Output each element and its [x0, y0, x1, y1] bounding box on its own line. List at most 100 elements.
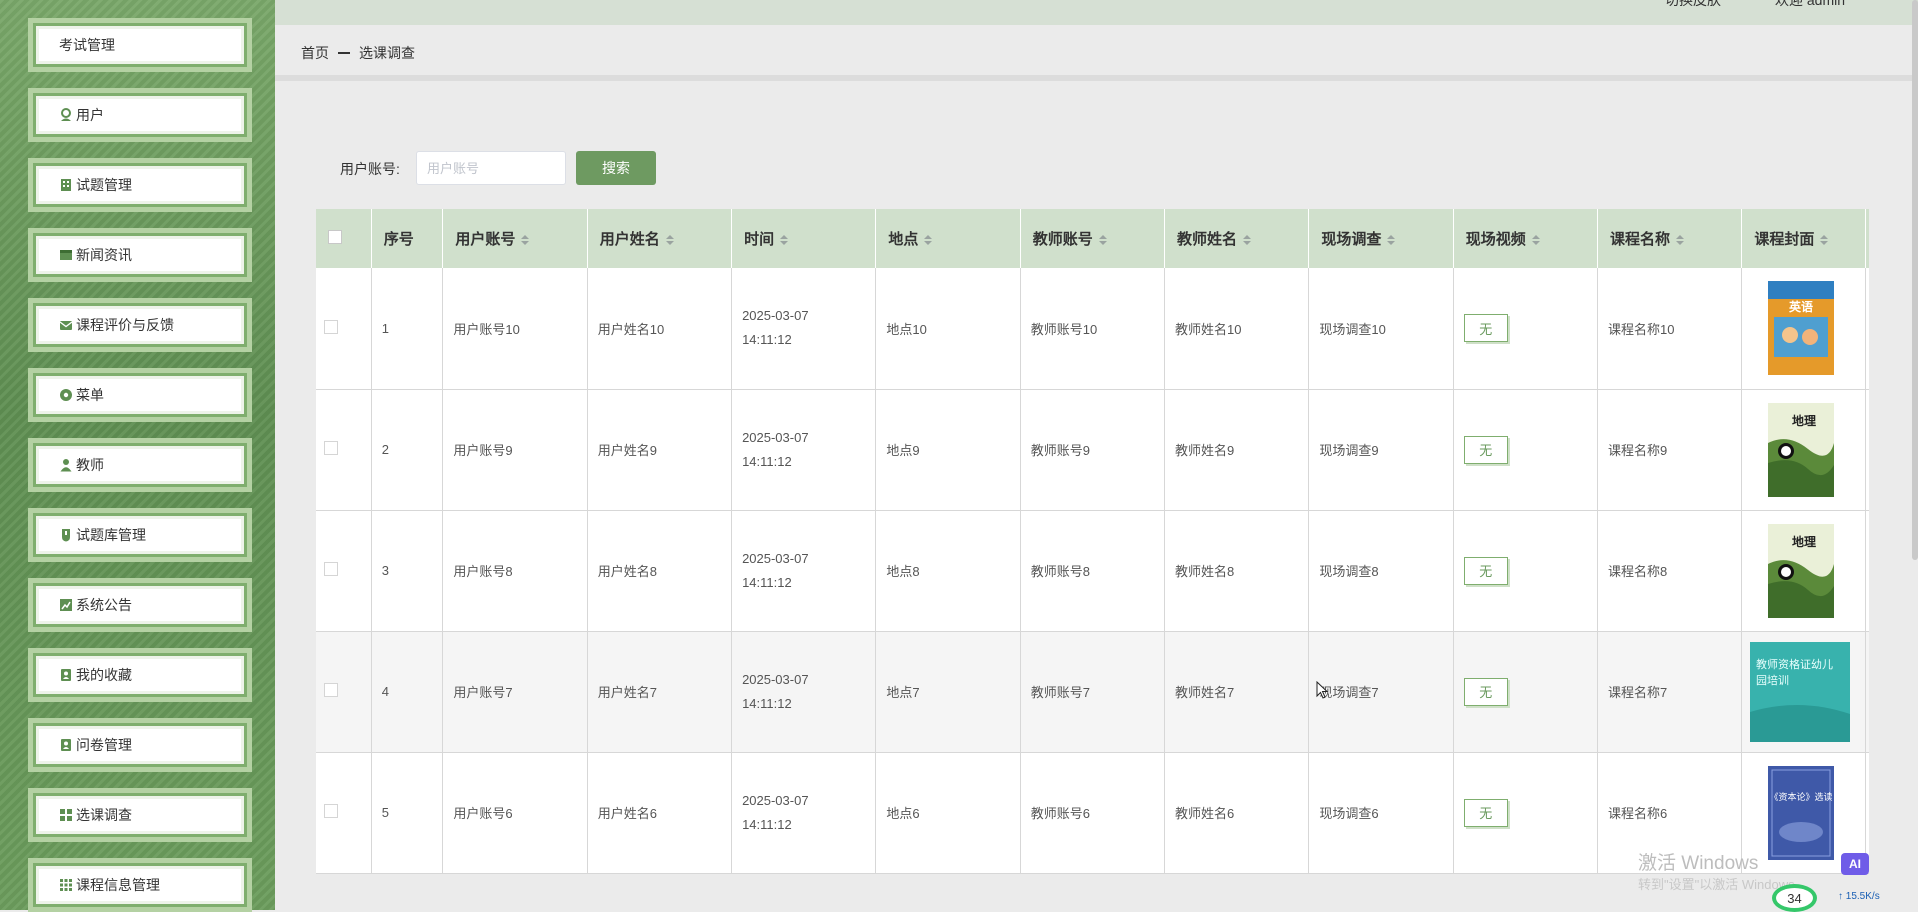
column-header[interactable]: 现场视频: [1453, 209, 1599, 268]
course-cover-image[interactable]: 地理: [1768, 523, 1864, 618]
skin-switch-link[interactable]: 切换皮肤: [1665, 0, 1721, 10]
column-header[interactable]: 教师账号: [1020, 209, 1166, 268]
row-select-cell[interactable]: [316, 510, 372, 632]
sort-icon[interactable]: [1531, 235, 1540, 246]
svg-text:地理: 地理: [1792, 534, 1816, 549]
time-cell: 2025-03-07 14:11:12: [731, 752, 877, 874]
extra-cell: 课程: [1865, 510, 1869, 632]
ai-assistant-badge[interactable]: AI: [1841, 853, 1869, 875]
sidebar-item[interactable]: 试题库管理: [28, 508, 252, 562]
sidebar-item-label: 系统公告: [76, 597, 132, 613]
column-header[interactable]: 教师姓名: [1164, 209, 1310, 268]
breadcrumb-home[interactable]: 首页: [301, 43, 329, 63]
time-value: 2025-03-07 14:11:12: [742, 550, 809, 590]
teacher-account-cell: 教师账号7: [1020, 631, 1166, 753]
course-name-cell: 课程名称7: [1597, 631, 1743, 753]
user-account-cell: 用户账号10: [442, 268, 588, 390]
column-header[interactable]: 课程名称: [1597, 209, 1743, 268]
row-select-cell[interactable]: [316, 752, 372, 874]
sidebar-item[interactable]: 考试管理: [28, 18, 252, 72]
column-header[interactable]: 现场调查: [1308, 209, 1454, 268]
sidebar-item[interactable]: 新闻资讯: [28, 228, 252, 282]
sort-icon[interactable]: [1676, 235, 1685, 246]
sidebar-item[interactable]: 系统公告: [28, 578, 252, 632]
select-all-cell[interactable]: [316, 209, 372, 268]
sort-icon[interactable]: [1820, 235, 1829, 246]
survey-cell: 现场调查10: [1308, 268, 1454, 390]
sidebar-item-label: 我的收藏: [76, 667, 132, 683]
course-cover-image[interactable]: 教师资格证幼儿 园培训: [1750, 641, 1864, 742]
user-name-cell: 用户姓名7: [587, 631, 733, 753]
sort-icon[interactable]: [1098, 235, 1107, 246]
column-header[interactable]: 用户账号: [442, 209, 588, 268]
teacher-name-cell: 教师姓名6: [1164, 752, 1310, 874]
column-header[interactable]: 地点: [875, 209, 1021, 268]
course-cover-image[interactable]: 《资本论》选读: [1768, 765, 1864, 860]
column-header[interactable]: 时间: [731, 209, 877, 268]
search-input[interactable]: [416, 151, 566, 185]
table-row[interactable]: 5 用户账号6 用户姓名6 2025-03-07 14:11:12 地点6 教师账号6 教师…: [316, 752, 1869, 874]
column-header-label: 时间: [744, 231, 775, 248]
video-none-button[interactable]: 无: [1463, 798, 1508, 827]
sidebar: 考试管理用户试题管理新闻资讯课程评价与反馈 菜单教师试题库管理系统公告我的收藏问卷…: [0, 0, 275, 912]
time-cell: 2025-03-07 14:11:12: [731, 389, 877, 511]
table-row[interactable]: 3 用户账号8 用户姓名8 2025-03-07 14:11:12 地点8 教师账号8 教师…: [316, 510, 1869, 632]
teacher-name-cell: 教师姓名10: [1164, 268, 1310, 390]
row-select-cell[interactable]: [316, 389, 372, 511]
row-select-cell[interactable]: [316, 631, 372, 753]
user-greeting[interactable]: 欢迎 admin: [1775, 0, 1845, 10]
video-none-button[interactable]: 无: [1463, 435, 1508, 464]
table-row[interactable]: 1 用户账号10 用户姓名10 2025-03-07 14:11:12 地点10 教师账号…: [316, 268, 1869, 390]
course-cover-image[interactable]: 英语: [1768, 281, 1864, 376]
sidebar-item[interactable]: 我的收藏: [28, 648, 252, 702]
sidebar-item-body: 试题管理: [39, 169, 241, 201]
sidebar-item-label: 课程信息管理: [76, 877, 160, 893]
sidebar-item[interactable]: 用户: [28, 88, 252, 142]
row-checkbox[interactable]: [324, 562, 338, 576]
column-header-label: 现场调查: [1321, 231, 1382, 248]
breadcrumb: 首页 选课调查: [301, 43, 415, 63]
network-monitor-badge[interactable]: 34: [1772, 884, 1817, 912]
main-area: 切换皮肤 欢迎 admin 首页 选课调查 用户账号: 搜索 序号用户账号用户姓…: [275, 0, 1918, 910]
sidebar-item-body: 课程信息管理: [39, 869, 241, 901]
sidebar-item[interactable]: 教师: [28, 438, 252, 492]
column-header[interactable]: 课程封面: [1741, 209, 1867, 268]
video-none-button[interactable]: 无: [1463, 314, 1508, 343]
sort-icon[interactable]: [665, 235, 674, 246]
sidebar-item[interactable]: 课程信息管理: [28, 858, 252, 912]
column-header[interactable]: 课程: [1865, 209, 1869, 268]
column-header-label: 现场视频: [1465, 231, 1526, 248]
search-button[interactable]: 搜索: [576, 151, 656, 185]
table-row[interactable]: 4 用户账号7 用户姓名7 2025-03-07 14:11:12 地点7 教师账号7 教师…: [316, 631, 1869, 753]
column-header[interactable]: 用户姓名: [587, 209, 733, 268]
video-none-button[interactable]: 无: [1463, 556, 1508, 585]
table-row[interactable]: 2 用户账号9 用户姓名9 2025-03-07 14:11:12 地点9 教师账号9 教师…: [316, 389, 1869, 511]
video-none-button[interactable]: 无: [1463, 677, 1508, 706]
sidebar-item[interactable]: 课程评价与反馈: [28, 298, 252, 352]
sidebar-item-label: 教师: [76, 457, 104, 473]
row-checkbox[interactable]: [324, 319, 338, 334]
column-header-label: 教师姓名: [1177, 231, 1238, 248]
column-header-label: 课程名称: [1610, 231, 1671, 248]
sort-icon[interactable]: [780, 235, 789, 246]
sort-icon[interactable]: [1387, 235, 1396, 246]
column-header[interactable]: 序号: [371, 209, 444, 268]
sidebar-item[interactable]: 问卷管理: [28, 718, 252, 772]
teacher-account-cell: 教师账号10: [1020, 268, 1166, 390]
sidebar-item-label: 选课调查: [76, 807, 132, 823]
row-checkbox[interactable]: [324, 683, 338, 697]
row-checkbox[interactable]: [324, 441, 338, 455]
sort-icon[interactable]: [521, 235, 530, 246]
row-select-cell[interactable]: [316, 268, 372, 390]
select-all-checkbox[interactable]: [328, 229, 342, 244]
sort-icon[interactable]: [1243, 235, 1252, 246]
sidebar-item[interactable]: 试题管理: [28, 158, 252, 212]
row-checkbox[interactable]: [324, 804, 338, 818]
sidebar-item[interactable]: 菜单: [28, 368, 252, 422]
course-cover-image[interactable]: 地理: [1768, 402, 1864, 497]
sort-icon[interactable]: [924, 235, 933, 246]
sidebar-item-frame: 用户: [33, 93, 247, 137]
page-scrollbar[interactable]: [1912, 0, 1918, 560]
sidebar-item[interactable]: 选课调查: [28, 788, 252, 842]
shield-icon: [59, 528, 73, 542]
